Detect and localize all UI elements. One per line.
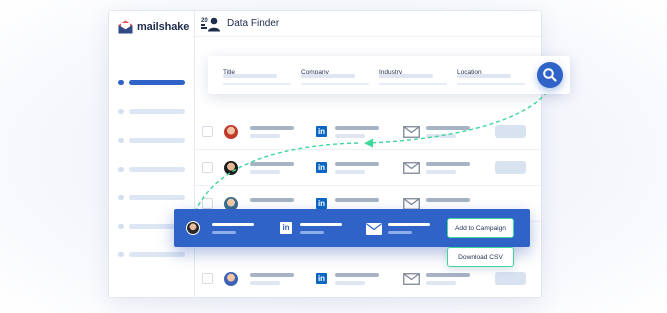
add-to-campaign-button[interactable]: Add to Campaign	[447, 218, 514, 238]
sidebar-item-dot	[118, 137, 124, 143]
mailshake-logo-icon	[118, 20, 133, 34]
filter-title[interactable]: Title	[223, 61, 291, 85]
sidebar-item-label-placeholder	[129, 251, 185, 257]
data-finder-icon: 20	[201, 16, 221, 32]
sidebar-item-label-placeholder	[129, 108, 185, 114]
table-row[interactable]: in	[195, 114, 541, 150]
email-sub-placeholder	[426, 170, 456, 174]
name-placeholder	[250, 126, 294, 130]
company-sub-placeholder	[335, 134, 365, 138]
filter-location-underline	[457, 83, 525, 85]
title-placeholder	[212, 231, 236, 234]
linkedin-icon[interactable]: in	[316, 162, 327, 173]
filter-panel: Title Company Industry Location	[208, 56, 570, 94]
download-csv-button[interactable]: Download CSV	[447, 247, 514, 267]
company-sub-placeholder	[335, 170, 365, 174]
company-placeholder	[335, 126, 379, 130]
sidebar: mailshake	[109, 11, 195, 297]
name-placeholder	[250, 198, 294, 202]
email-sub-placeholder	[426, 281, 456, 285]
status-badge	[495, 161, 526, 174]
company-placeholder	[300, 223, 342, 226]
sidebar-item-label-placeholder	[129, 137, 185, 143]
email-placeholder	[426, 273, 470, 277]
brand[interactable]: mailshake	[118, 19, 189, 35]
search-icon	[537, 68, 563, 91]
linkedin-icon[interactable]: in	[316, 273, 327, 284]
row-checkbox[interactable]	[202, 273, 213, 284]
row-checkbox[interactable]	[202, 126, 213, 137]
company-placeholder	[335, 162, 379, 166]
status-badge	[495, 272, 526, 285]
filter-title-value-placeholder	[223, 74, 277, 78]
sidebar-item-dot	[118, 251, 124, 257]
title-placeholder	[250, 134, 280, 138]
mail-icon[interactable]	[403, 161, 420, 174]
avatar	[224, 161, 238, 175]
avatar	[186, 221, 200, 235]
filter-company-value-placeholder	[301, 74, 355, 78]
mail-icon[interactable]	[403, 125, 420, 138]
sidebar-item-label-placeholder	[129, 166, 185, 172]
company-placeholder	[335, 198, 379, 202]
sidebar-item-dot	[118, 79, 124, 85]
filter-title-underline	[223, 83, 291, 85]
title-placeholder	[250, 170, 280, 174]
sidebar-item-dot	[118, 223, 124, 229]
sidebar-item-4[interactable]	[118, 166, 185, 172]
avatar	[224, 125, 238, 139]
top-bar: 20 Data Finder	[195, 11, 541, 37]
sidebar-item-dot	[118, 194, 124, 200]
mail-icon[interactable]	[366, 222, 382, 235]
company-sub-placeholder	[300, 231, 324, 234]
row-checkbox[interactable]	[202, 162, 213, 173]
filter-location-value-placeholder	[457, 74, 511, 78]
linkedin-icon[interactable]: in	[316, 126, 327, 137]
email-sub-placeholder	[388, 231, 412, 234]
email-placeholder	[426, 126, 470, 130]
sidebar-item-dot	[118, 108, 124, 114]
company-sub-placeholder	[335, 281, 365, 285]
status-badge	[495, 125, 526, 138]
name-placeholder	[250, 273, 294, 277]
page-title: Data Finder	[227, 18, 280, 29]
sidebar-item-label-placeholder	[129, 79, 185, 85]
sidebar-item-3[interactable]	[118, 137, 185, 143]
brand-name: mailshake	[137, 21, 190, 33]
table-row[interactable]: in	[195, 150, 541, 186]
avatar	[224, 272, 238, 286]
sidebar-item-label-placeholder	[129, 194, 185, 200]
title-placeholder	[250, 281, 280, 285]
linkedin-icon[interactable]: in	[280, 222, 292, 234]
sidebar-item-1[interactable]	[118, 79, 185, 85]
filter-industry[interactable]: Industry	[379, 61, 447, 85]
company-placeholder	[335, 273, 379, 277]
row-checkbox[interactable]	[202, 198, 213, 209]
email-placeholder	[388, 223, 430, 226]
email-sub-placeholder	[426, 134, 456, 138]
filter-company[interactable]: Company	[301, 61, 369, 85]
sidebar-item-5[interactable]	[118, 194, 185, 200]
filter-industry-value-placeholder	[379, 74, 433, 78]
mail-icon[interactable]	[403, 272, 420, 285]
email-placeholder	[426, 198, 470, 202]
name-placeholder	[250, 162, 294, 166]
filter-company-underline	[301, 83, 369, 85]
sidebar-item-7[interactable]	[118, 251, 185, 257]
name-placeholder	[212, 223, 254, 226]
svg-text:20: 20	[201, 18, 208, 24]
linkedin-icon[interactable]: in	[316, 198, 327, 209]
search-button[interactable]	[537, 62, 563, 88]
sidebar-item-dot	[118, 166, 124, 172]
sidebar-item-2[interactable]	[118, 108, 185, 114]
email-placeholder	[426, 162, 470, 166]
filter-industry-underline	[379, 83, 447, 85]
filter-location[interactable]: Location	[457, 61, 525, 85]
mail-icon[interactable]	[403, 197, 420, 210]
